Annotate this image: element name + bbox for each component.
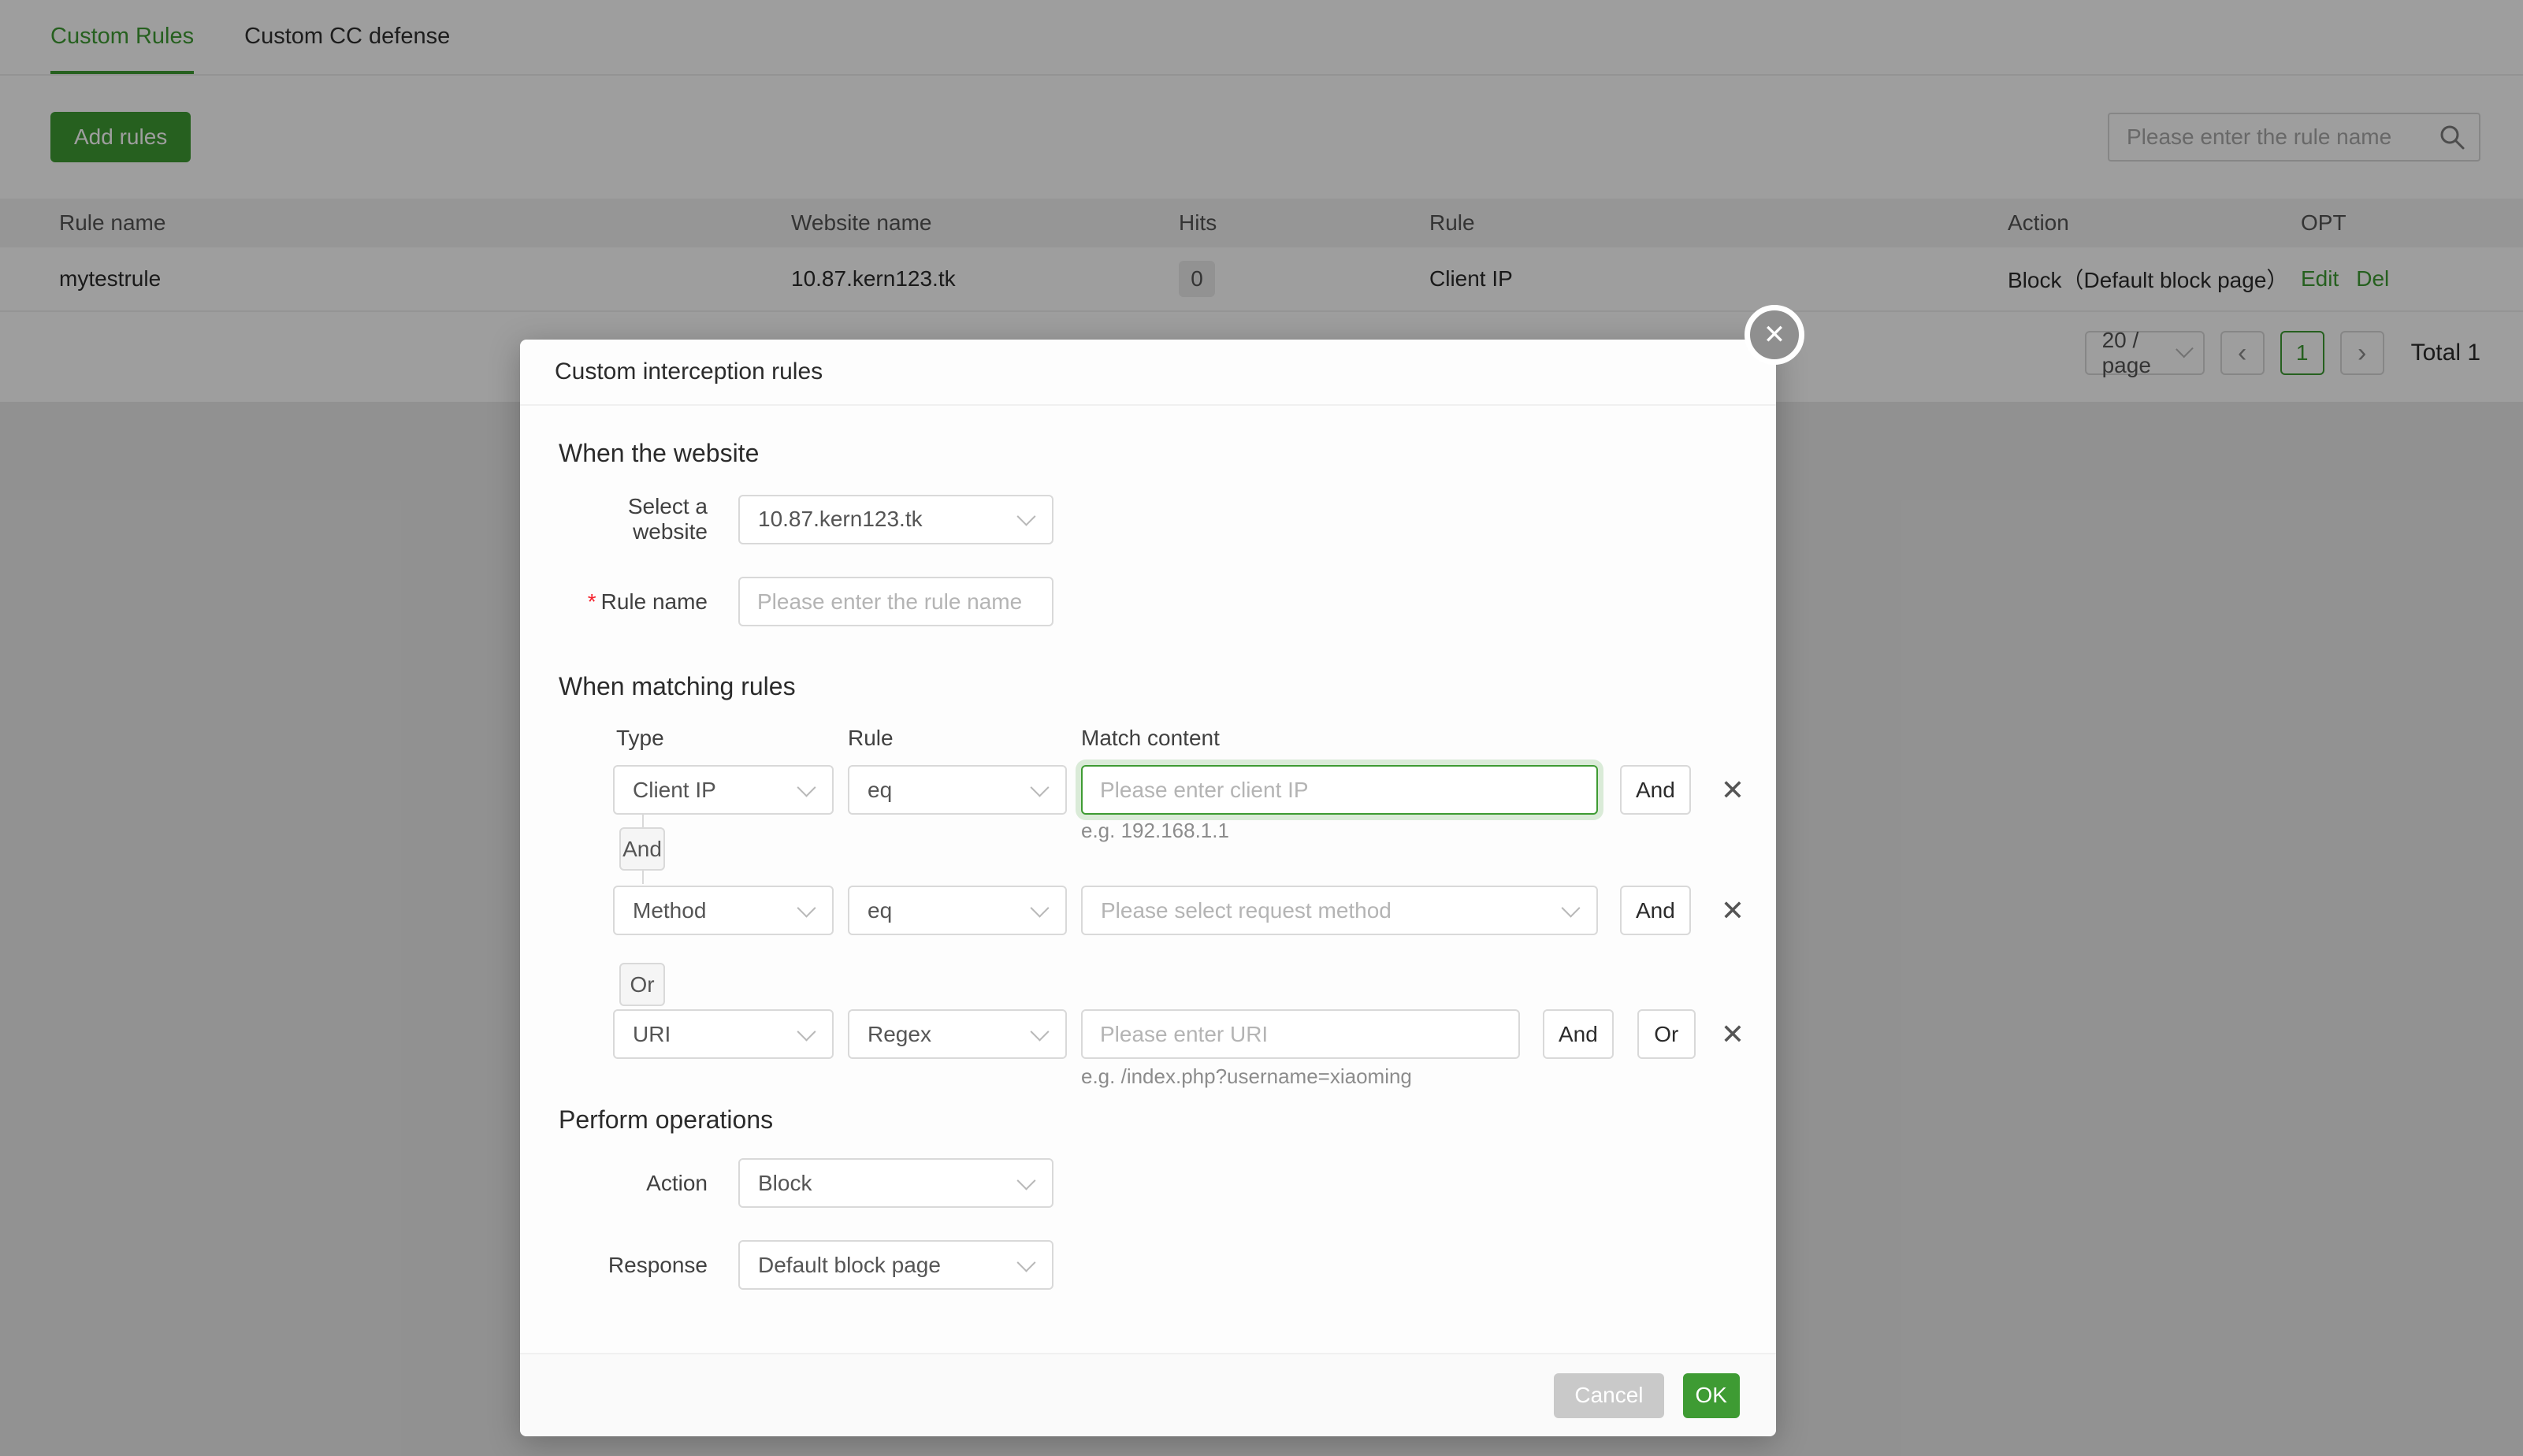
condition-row-3: URI Regex And Or ✕ — [559, 1009, 1776, 1059]
website-select-value: 10.87.kern123.tk — [758, 507, 923, 532]
chevron-down-icon — [797, 778, 816, 797]
modal-footer: Cancel OK — [520, 1353, 1776, 1436]
rule-select-3-value: Regex — [868, 1022, 931, 1047]
screen: Custom Rules Custom CC defense Add rules… — [0, 0, 2523, 1456]
required-mark: * — [588, 589, 596, 614]
modal-title: Custom interception rules — [520, 340, 1776, 406]
client-ip-hint: e.g. 192.168.1.1 — [1081, 819, 1229, 843]
action-row: Action Block — [559, 1158, 1776, 1208]
rule-select-2-value: eq — [868, 898, 892, 923]
col-label-rule: Rule — [848, 726, 894, 751]
action-select-value: Block — [758, 1171, 812, 1196]
rule-name-row: *Rule name — [559, 577, 1776, 626]
and-connector-chip[interactable]: And — [619, 827, 665, 871]
matching-column-labels: Type Rule Match content — [559, 726, 1776, 752]
or-connector-chip[interactable]: Or — [619, 963, 665, 1006]
chevron-down-icon — [1030, 778, 1049, 797]
type-select-1[interactable]: Client IP — [613, 765, 834, 815]
uri-input[interactable] — [1081, 1009, 1520, 1059]
chevron-down-icon — [797, 1022, 816, 1041]
action-label: Action — [559, 1171, 708, 1196]
response-label: Response — [559, 1253, 708, 1278]
section-when-the-website: When the website — [559, 437, 1776, 469]
and-button-3[interactable]: And — [1543, 1009, 1614, 1059]
type-select-3[interactable]: URI — [613, 1009, 834, 1059]
and-button-2[interactable]: And — [1620, 886, 1691, 935]
chevron-down-icon — [1030, 1022, 1049, 1041]
response-select[interactable]: Default block page — [738, 1240, 1053, 1290]
chevron-down-icon — [1030, 898, 1049, 917]
modal-body: When the website Select a website 10.87.… — [520, 406, 1776, 1353]
action-select[interactable]: Block — [738, 1158, 1053, 1208]
request-method-select[interactable]: Please select request method — [1081, 886, 1598, 935]
close-icon[interactable]: ✕ — [1745, 305, 1804, 365]
rule-select-2[interactable]: eq — [848, 886, 1067, 935]
connector-line-or: Or — [559, 935, 1776, 1009]
remove-condition-icon-2[interactable]: ✕ — [1721, 897, 1745, 925]
rule-name-input[interactable] — [738, 577, 1053, 626]
chevron-down-icon — [797, 898, 816, 917]
rule-select-1[interactable]: eq — [848, 765, 1067, 815]
condition-row-2: Method eq Please select request method A… — [559, 886, 1776, 935]
chevron-down-icon — [1561, 898, 1580, 917]
type-select-2-value: Method — [633, 898, 706, 923]
section-perform-operations: Perform operations — [559, 1104, 1776, 1135]
website-row: Select a website 10.87.kern123.tk — [559, 494, 1776, 544]
rule-select-3[interactable]: Regex — [848, 1009, 1067, 1059]
match-content-input-1[interactable] — [1081, 765, 1598, 815]
remove-condition-icon-3[interactable]: ✕ — [1721, 1020, 1745, 1049]
response-select-value: Default block page — [758, 1253, 941, 1278]
or-button-3[interactable]: Or — [1637, 1009, 1696, 1059]
rule-select-1-value: eq — [868, 778, 892, 803]
ok-button[interactable]: OK — [1683, 1373, 1740, 1418]
response-row: Response Default block page — [559, 1240, 1776, 1290]
cancel-button[interactable]: Cancel — [1554, 1373, 1663, 1418]
custom-interception-rules-modal: ✕ Custom interception rules When the web… — [520, 340, 1776, 1436]
connector-line-and: e.g. 192.168.1.1 And — [559, 815, 1776, 886]
section-when-matching-rules: When matching rules — [559, 670, 1776, 702]
request-method-placeholder: Please select request method — [1101, 898, 1392, 923]
chevron-down-icon — [1016, 1253, 1035, 1272]
rule-name-label: *Rule name — [559, 589, 708, 615]
select-website-label: Select a website — [559, 494, 708, 544]
col-label-type: Type — [616, 726, 664, 751]
uri-hint: e.g. /index.php?username=xiaoming — [1081, 1064, 1776, 1089]
condition-row-1: Client IP eq And ✕ — [559, 765, 1776, 815]
and-button-1[interactable]: And — [1620, 765, 1691, 815]
remove-condition-icon-1[interactable]: ✕ — [1721, 776, 1745, 804]
chevron-down-icon — [1016, 507, 1035, 526]
website-select[interactable]: 10.87.kern123.tk — [738, 495, 1053, 544]
type-select-1-value: Client IP — [633, 778, 716, 803]
col-label-match-content: Match content — [1081, 726, 1220, 751]
type-select-2[interactable]: Method — [613, 886, 834, 935]
type-select-3-value: URI — [633, 1022, 671, 1047]
chevron-down-icon — [1016, 1171, 1035, 1190]
